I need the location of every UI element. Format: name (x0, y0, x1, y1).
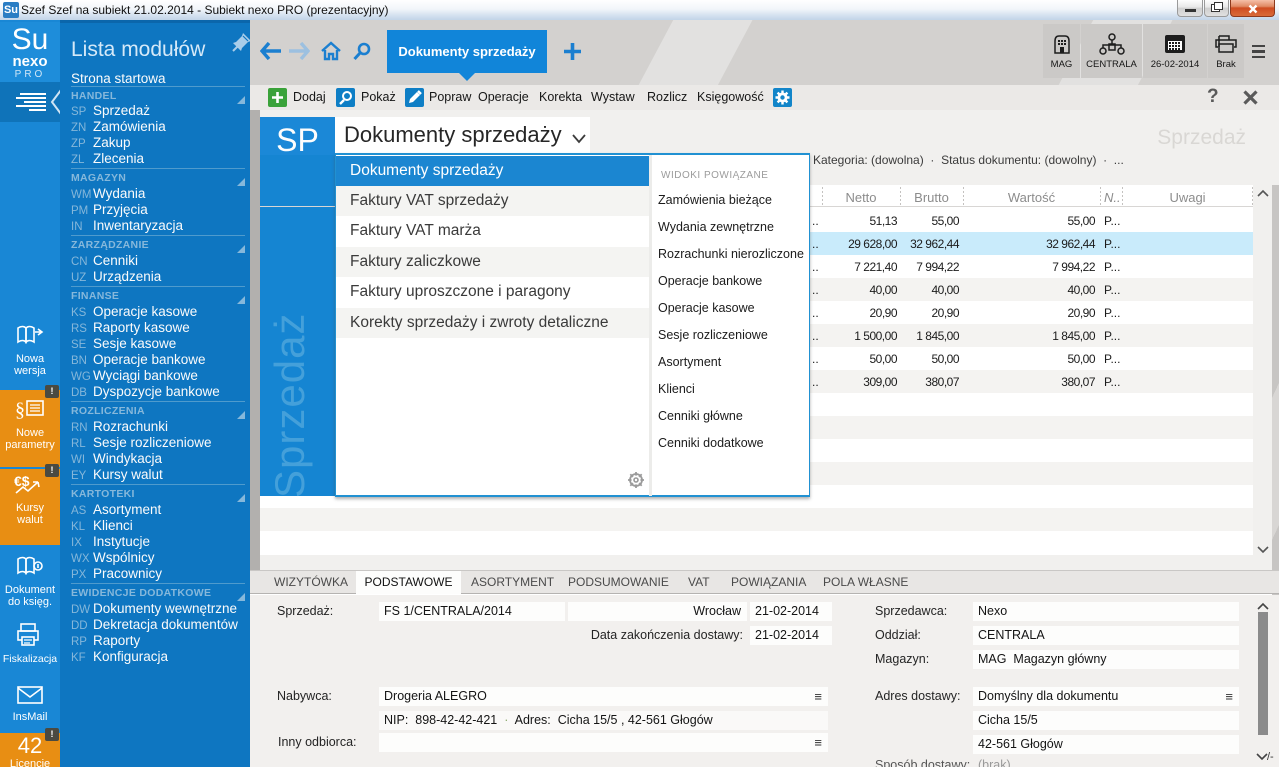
svg-text:§: § (15, 399, 25, 421)
svg-text:€$: €$ (14, 473, 30, 489)
